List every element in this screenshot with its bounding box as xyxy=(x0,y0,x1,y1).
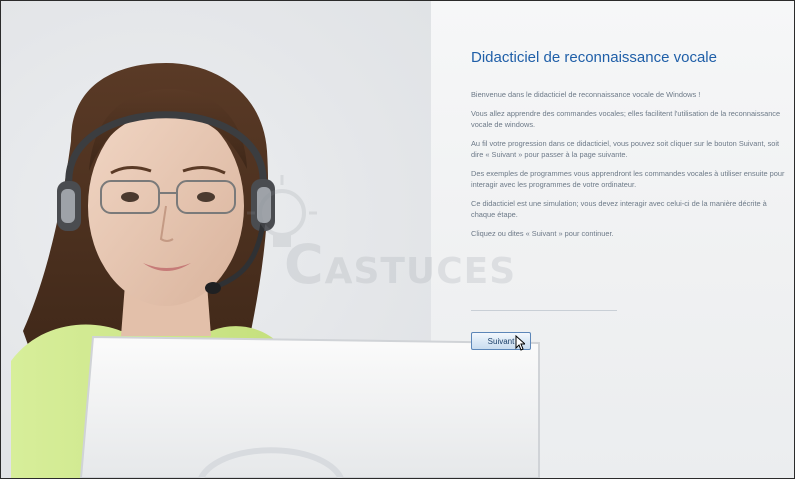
paragraph-commands: Vous allez apprendre des commandes vocal… xyxy=(471,109,781,129)
paragraph-welcome: Bienvenue dans le didacticiel de reconna… xyxy=(471,90,701,99)
mouse-cursor-icon xyxy=(515,335,525,351)
next-button-label: Suivant xyxy=(487,336,515,346)
tutorial-title: Didacticiel de reconnaissance vocale xyxy=(471,49,717,66)
paragraph-examples: Des exemples de programmes vous apprendr… xyxy=(471,169,785,189)
tutorial-window: CASTUCES Didacticiel de reconnaissance v… xyxy=(0,0,795,479)
paragraph-progress: Au fil votre progression dans ce didacti… xyxy=(471,139,780,159)
paragraph-simulation: Ce didacticiel est une simulation; vous … xyxy=(471,199,767,219)
tutorial-panel: Didacticiel de reconnaissance vocale Bie… xyxy=(471,49,791,247)
divider xyxy=(471,310,617,311)
paragraph-continue: Cliquez ou dites « Suivant » pour contin… xyxy=(471,229,614,238)
